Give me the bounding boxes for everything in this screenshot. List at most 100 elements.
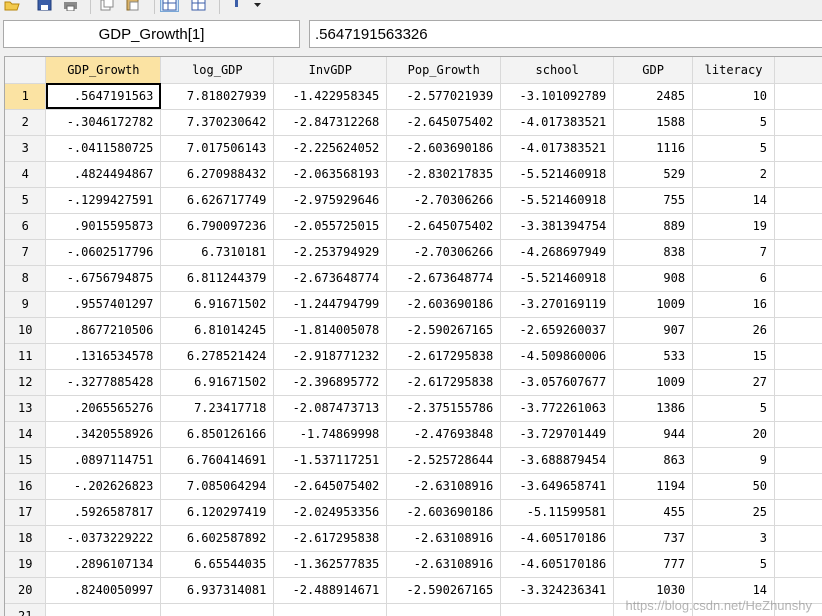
column-header-invgdp[interactable]: InvGDP (273, 57, 388, 84)
table-cell-gdp[interactable]: 737 (613, 525, 694, 552)
row-number[interactable]: 16 (5, 473, 47, 500)
table-cell-pop-growth[interactable]: -2.603690186 (386, 135, 502, 162)
table-cell-gdp[interactable]: 838 (613, 239, 694, 266)
copy-icon[interactable] (98, 0, 115, 11)
table-cell-school[interactable]: -3.101092789 (500, 83, 615, 110)
table-cell-school[interactable]: -3.649658741 (500, 473, 615, 500)
table-cell-log-gdp[interactable]: 6.811244379 (160, 265, 275, 292)
row-number[interactable]: 15 (5, 447, 47, 474)
table-cell-pop-growth[interactable]: -2.590267165 (386, 577, 502, 604)
print-icon[interactable] (62, 0, 79, 11)
table-cell-log-gdp[interactable]: 6.81014245 (160, 317, 275, 344)
table-cell-school[interactable]: -3.729701449 (500, 421, 615, 448)
table-cell-gdp-growth[interactable]: .9015595873 (45, 213, 162, 240)
table-cell-log-gdp[interactable]: 6.65544035 (160, 551, 275, 578)
table-cell-log-gdp[interactable]: 7.818027939 (160, 83, 275, 110)
table-cell-gdp[interactable]: 1588 (613, 109, 694, 136)
table-cell-school[interactable]: -2.659260037 (500, 317, 615, 344)
table-cell-gdp-growth[interactable]: .3420558926 (45, 421, 162, 448)
table-cell-pop-growth[interactable]: -2.577021939 (386, 83, 502, 110)
row-number[interactable]: 1 (5, 83, 47, 110)
row-number[interactable]: 3 (5, 135, 47, 162)
table-cell-invgdp[interactable]: -2.645075402 (273, 473, 388, 500)
table-cell-literacy[interactable]: 26 (692, 317, 776, 344)
table-cell-school[interactable]: -3.057607677 (500, 369, 615, 396)
table-cell-gdp-growth[interactable]: -.1299427591 (45, 187, 162, 214)
column-header-literacy[interactable]: literacy (692, 57, 776, 84)
table-cell-invgdp[interactable] (273, 603, 388, 616)
table-cell-school[interactable]: -5.11599581 (500, 499, 615, 526)
table-cell-gdp-growth[interactable]: .9557401297 (45, 291, 162, 318)
table-cell-pop-growth[interactable] (386, 603, 502, 616)
table-cell-log-gdp[interactable]: 6.760414691 (160, 447, 275, 474)
dropdown-icon[interactable] (249, 0, 266, 11)
table-cell-log-gdp[interactable]: 6.120297419 (160, 499, 275, 526)
table-cell-pop-growth[interactable]: -2.830217835 (386, 161, 502, 188)
table-cell-log-gdp[interactable]: 7.017506143 (160, 135, 275, 162)
column-header-school[interactable]: school (500, 57, 615, 84)
table-cell-invgdp[interactable]: -1.422958345 (273, 83, 388, 110)
table-cell-log-gdp[interactable]: 6.850126166 (160, 421, 275, 448)
table-cell-log-gdp[interactable]: 6.790097236 (160, 213, 275, 240)
column-header-gdp-growth[interactable]: GDP_Growth (45, 57, 162, 84)
table-cell-pop-growth[interactable]: -2.603690186 (386, 291, 502, 318)
table-cell-log-gdp[interactable]: 7.370230642 (160, 109, 275, 136)
table-cell-pop-growth[interactable]: -2.63108916 (386, 473, 502, 500)
table-cell-pop-growth[interactable]: -2.645075402 (386, 109, 502, 136)
row-number[interactable]: 6 (5, 213, 47, 240)
table-cell-school[interactable]: -5.521460918 (500, 161, 615, 188)
row-number[interactable]: 10 (5, 317, 47, 344)
table-cell-log-gdp[interactable]: 6.7310181 (160, 239, 275, 266)
table-cell-pop-growth[interactable]: -2.525728644 (386, 447, 502, 474)
column-header-gdp[interactable]: GDP (613, 57, 694, 84)
table-cell-invgdp[interactable]: -1.362577835 (273, 551, 388, 578)
table-cell-gdp-growth[interactable]: .0897114751 (45, 447, 162, 474)
table-cell-log-gdp[interactable]: 6.91671502 (160, 291, 275, 318)
table-cell-literacy[interactable]: 19 (692, 213, 776, 240)
paste-icon[interactable] (124, 0, 141, 11)
table-cell-pop-growth[interactable]: -2.645075402 (386, 213, 502, 240)
table-cell-pop-growth[interactable]: -2.63108916 (386, 551, 502, 578)
row-number[interactable]: 9 (5, 291, 47, 318)
table-cell-literacy[interactable]: 20 (692, 421, 776, 448)
table-cell-gdp-growth[interactable]: -.0411580725 (45, 135, 162, 162)
browse-icon[interactable] (160, 0, 179, 12)
table-cell-log-gdp[interactable] (160, 603, 275, 616)
table-cell-invgdp[interactable]: -2.055725015 (273, 213, 388, 240)
row-number[interactable]: 13 (5, 395, 47, 422)
table-cell-pop-growth[interactable]: -2.673648774 (386, 265, 502, 292)
save-icon[interactable] (36, 0, 53, 11)
table-cell-gdp-growth[interactable]: .5926587817 (45, 499, 162, 526)
table-cell-school[interactable]: -4.017383521 (500, 135, 615, 162)
table-cell-gdp[interactable]: 1009 (613, 369, 694, 396)
table-cell-gdp[interactable]: 533 (613, 343, 694, 370)
row-number[interactable]: 12 (5, 369, 47, 396)
table-cell-pop-growth[interactable]: -2.617295838 (386, 343, 502, 370)
table-cell-invgdp[interactable]: -2.847312268 (273, 109, 388, 136)
table-cell-school[interactable]: -3.270169119 (500, 291, 615, 318)
table-cell-gdp[interactable]: 755 (613, 187, 694, 214)
table-cell-invgdp[interactable]: -2.488914671 (273, 577, 388, 604)
table-cell-gdp[interactable]: 1194 (613, 473, 694, 500)
table-cell-literacy[interactable]: 5 (692, 109, 776, 136)
corner-header[interactable] (5, 57, 47, 84)
table-cell-school[interactable]: -5.521460918 (500, 265, 615, 292)
table-cell-invgdp[interactable]: -1.244794799 (273, 291, 388, 318)
table-cell-gdp-growth[interactable]: .8240050997 (45, 577, 162, 604)
table-cell-gdp[interactable]: 907 (613, 317, 694, 344)
table-cell-gdp[interactable]: 2485 (613, 83, 694, 110)
table-cell-gdp[interactable]: 889 (613, 213, 694, 240)
table-cell-literacy[interactable]: 7 (692, 239, 776, 266)
table-cell-literacy[interactable]: 5 (692, 395, 776, 422)
row-number[interactable]: 8 (5, 265, 47, 292)
table-cell-pop-growth[interactable]: -2.47693848 (386, 421, 502, 448)
table-cell-log-gdp[interactable]: 7.085064294 (160, 473, 275, 500)
table-cell-school[interactable]: -3.772261063 (500, 395, 615, 422)
table-cell-school[interactable]: -4.509860006 (500, 343, 615, 370)
table-cell-gdp-growth[interactable]: .8677210506 (45, 317, 162, 344)
table-cell-school[interactable]: -4.268697949 (500, 239, 615, 266)
table-cell-school[interactable]: -3.324236341 (500, 577, 615, 604)
table-cell-pop-growth[interactable]: -2.590267165 (386, 317, 502, 344)
table-cell-literacy[interactable]: 27 (692, 369, 776, 396)
table-cell-literacy[interactable]: 2 (692, 161, 776, 188)
